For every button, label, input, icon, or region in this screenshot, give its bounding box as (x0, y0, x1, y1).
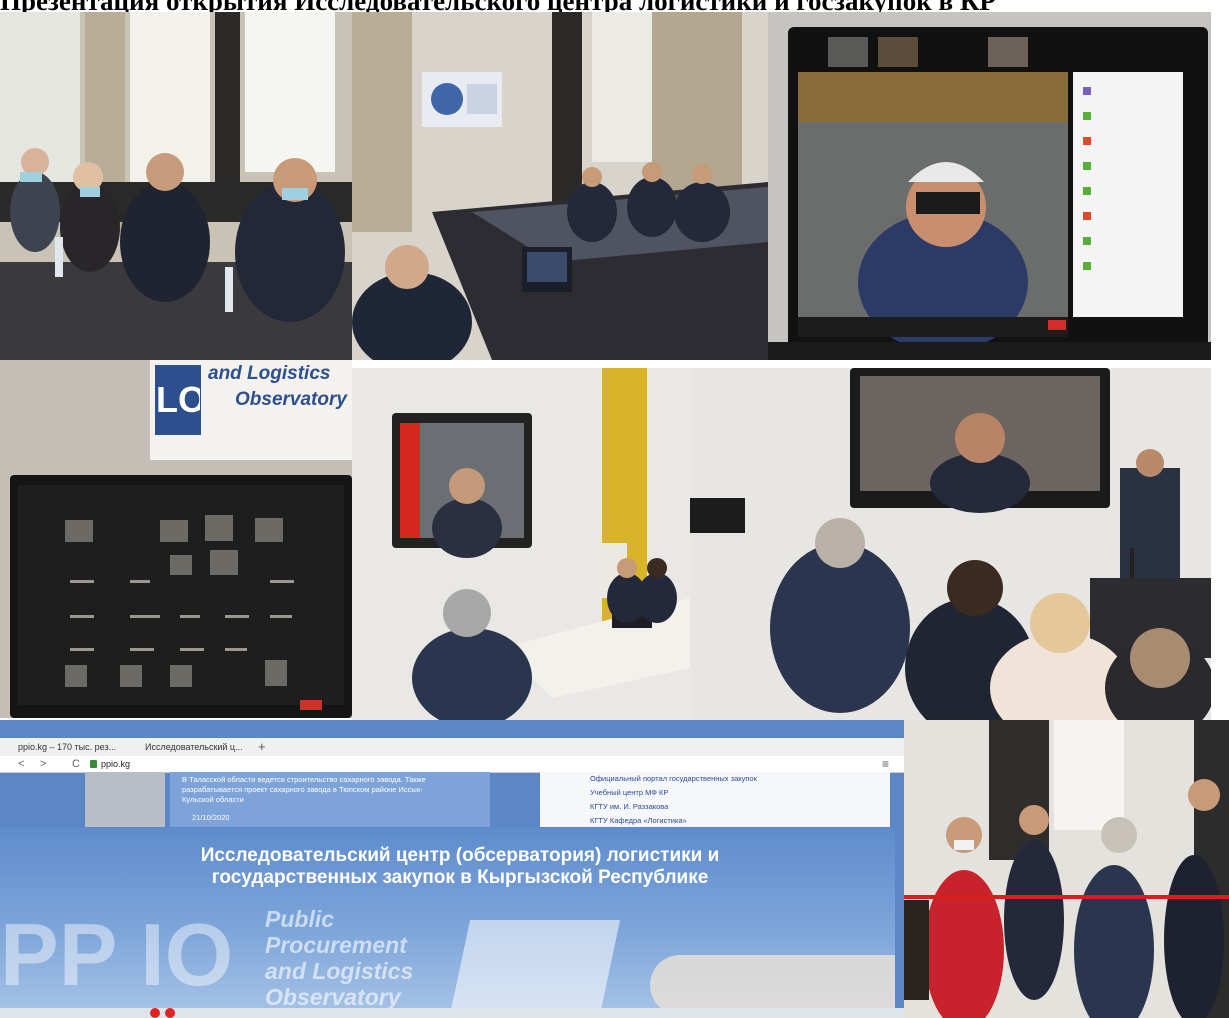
hero-title-line-1: Исследовательский центр (обсерватория) л… (200, 845, 720, 866)
back-icon[interactable]: < (18, 756, 30, 772)
photo-ribbon-cutting (904, 720, 1229, 1018)
link-procurement-portal[interactable]: Официальный портал государственных закуп… (590, 773, 880, 785)
url-text[interactable]: ppio.kg (101, 756, 161, 772)
lock-icon (90, 760, 97, 768)
news-date: 21/10/2020 (192, 813, 230, 822)
hero-hand (650, 955, 895, 1015)
reload-icon[interactable]: C (72, 756, 84, 772)
taskbar-app-icon[interactable] (165, 1008, 175, 1018)
link-kstu[interactable]: КГТУ им. И. Раззакова (590, 801, 880, 813)
photo-room-wall-screen (352, 368, 690, 720)
photo-browser-website: ppio.kg – 170 тыс. рез... Исследовательс… (0, 720, 904, 1018)
new-tab-icon[interactable]: + (258, 740, 272, 754)
link-training-center[interactable]: Учебный центр МФ КР (590, 787, 880, 799)
browser-tabbar (0, 738, 904, 756)
browser-tab-2[interactable]: Исследовательский ц... (145, 740, 245, 754)
forward-icon[interactable]: > (40, 756, 52, 772)
hero-title-line-2: государственных закупок в Кыргызской Рес… (211, 867, 709, 888)
taskbar (0, 1008, 904, 1018)
taskbar-app-icon[interactable] (150, 1008, 160, 1018)
sign-line-1: and Logistics (208, 363, 331, 384)
brand-line-1: Public (265, 906, 335, 932)
hero-map-paper (449, 920, 621, 1015)
photo-conference-room (352, 12, 768, 360)
photo-room-camera (690, 368, 1211, 720)
photo-observatory-laptop: LO and Logistics Observatory (0, 360, 352, 718)
hero-big-letters: PP IO (0, 905, 234, 1004)
photo-meeting-table (0, 12, 352, 360)
photo-video-call-screen (768, 12, 1211, 360)
news-line-3: Кульской области (182, 795, 244, 804)
browser-tab-1[interactable]: ppio.kg – 170 тыс. рез... (18, 740, 128, 754)
sign-line-2: Observatory (235, 389, 347, 410)
link-kstu-logistics[interactable]: КГТУ Кафедра «Логистика» (590, 815, 880, 827)
menu-icon[interactable]: ≡ (882, 756, 896, 772)
logo-mark: LO (156, 379, 200, 420)
news-thumbnail (85, 772, 165, 827)
